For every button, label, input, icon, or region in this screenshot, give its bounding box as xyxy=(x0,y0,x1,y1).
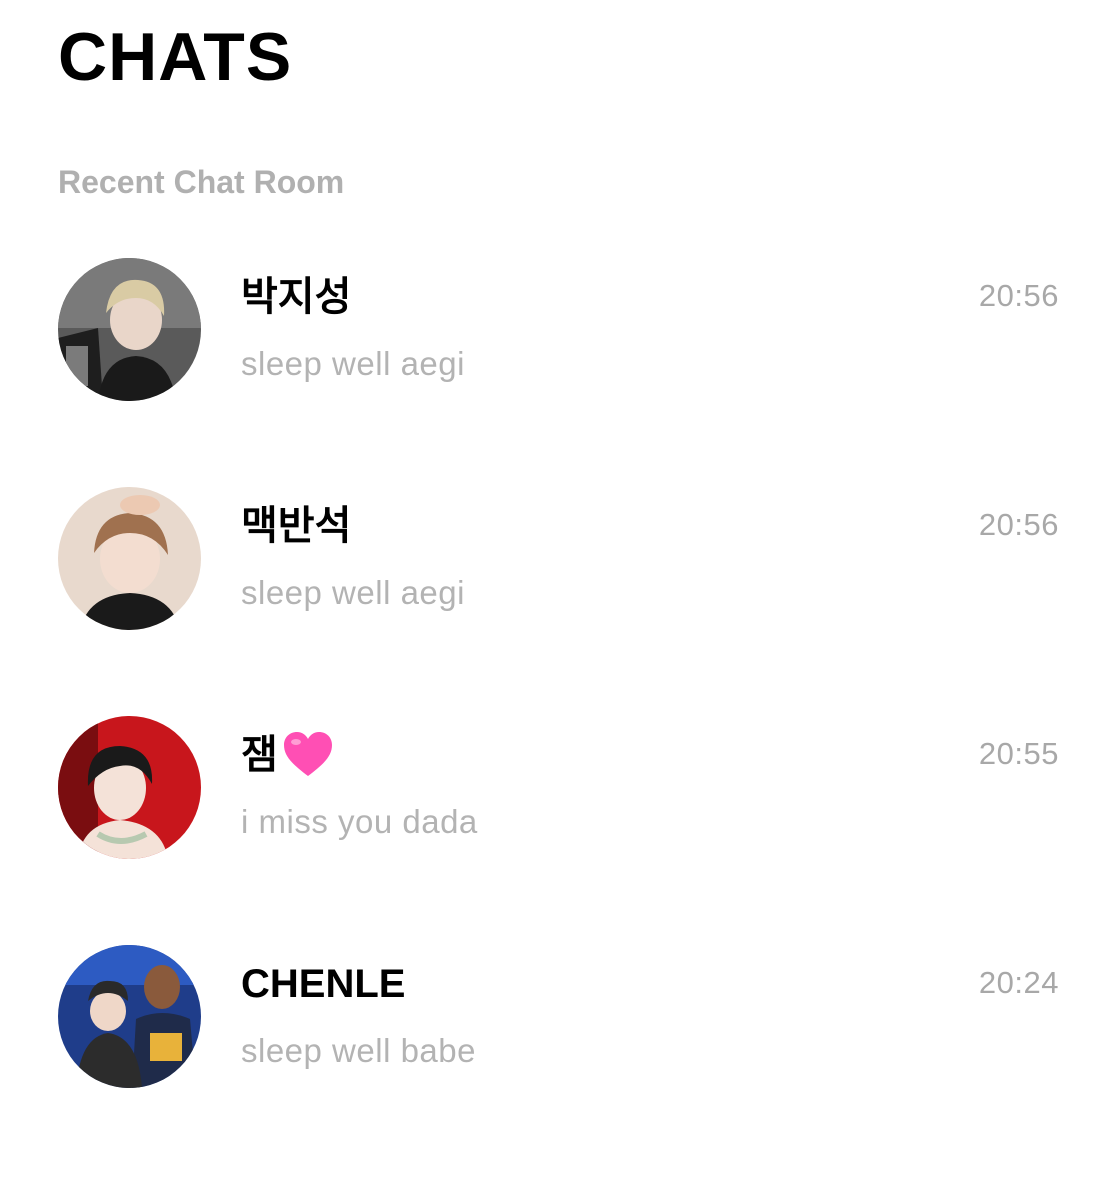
chat-time: 20:55 xyxy=(978,736,1059,771)
chat-row[interactable]: CHENLE sleep well babe 20:24 xyxy=(0,945,1117,1145)
chat-name: 박지성 xyxy=(241,275,352,319)
chat-row[interactable]: 잼 i miss you dada 20:55 xyxy=(0,716,1117,916)
avatar[interactable] xyxy=(58,945,201,1088)
chat-name: 맥반석 xyxy=(241,504,352,548)
chat-name: 잼 xyxy=(241,730,334,780)
chat-time: 20:56 xyxy=(978,278,1059,313)
chat-preview: sleep well babe xyxy=(241,1032,476,1069)
chat-preview: sleep well aegi xyxy=(241,345,465,382)
chat-row[interactable]: 맥반석 sleep well aegi 20:56 xyxy=(0,487,1117,687)
chat-time: 20:24 xyxy=(978,965,1059,1000)
avatar[interactable] xyxy=(58,258,201,401)
avatar[interactable] xyxy=(58,716,201,859)
avatar[interactable] xyxy=(58,487,201,630)
chat-preview: sleep well aegi xyxy=(241,574,465,611)
chat-name: CHENLE xyxy=(241,962,406,1006)
chat-row[interactable]: 박지성 sleep well aegi 20:56 xyxy=(0,258,1117,458)
chat-list: 박지성 sleep well aegi 20:56 맥반석 sleep well… xyxy=(0,0,1117,1200)
chat-time: 20:56 xyxy=(978,507,1059,542)
chat-preview: i miss you dada xyxy=(241,803,478,840)
pink-heart-icon xyxy=(282,730,334,778)
chat-name-text: 잼 xyxy=(241,733,278,777)
